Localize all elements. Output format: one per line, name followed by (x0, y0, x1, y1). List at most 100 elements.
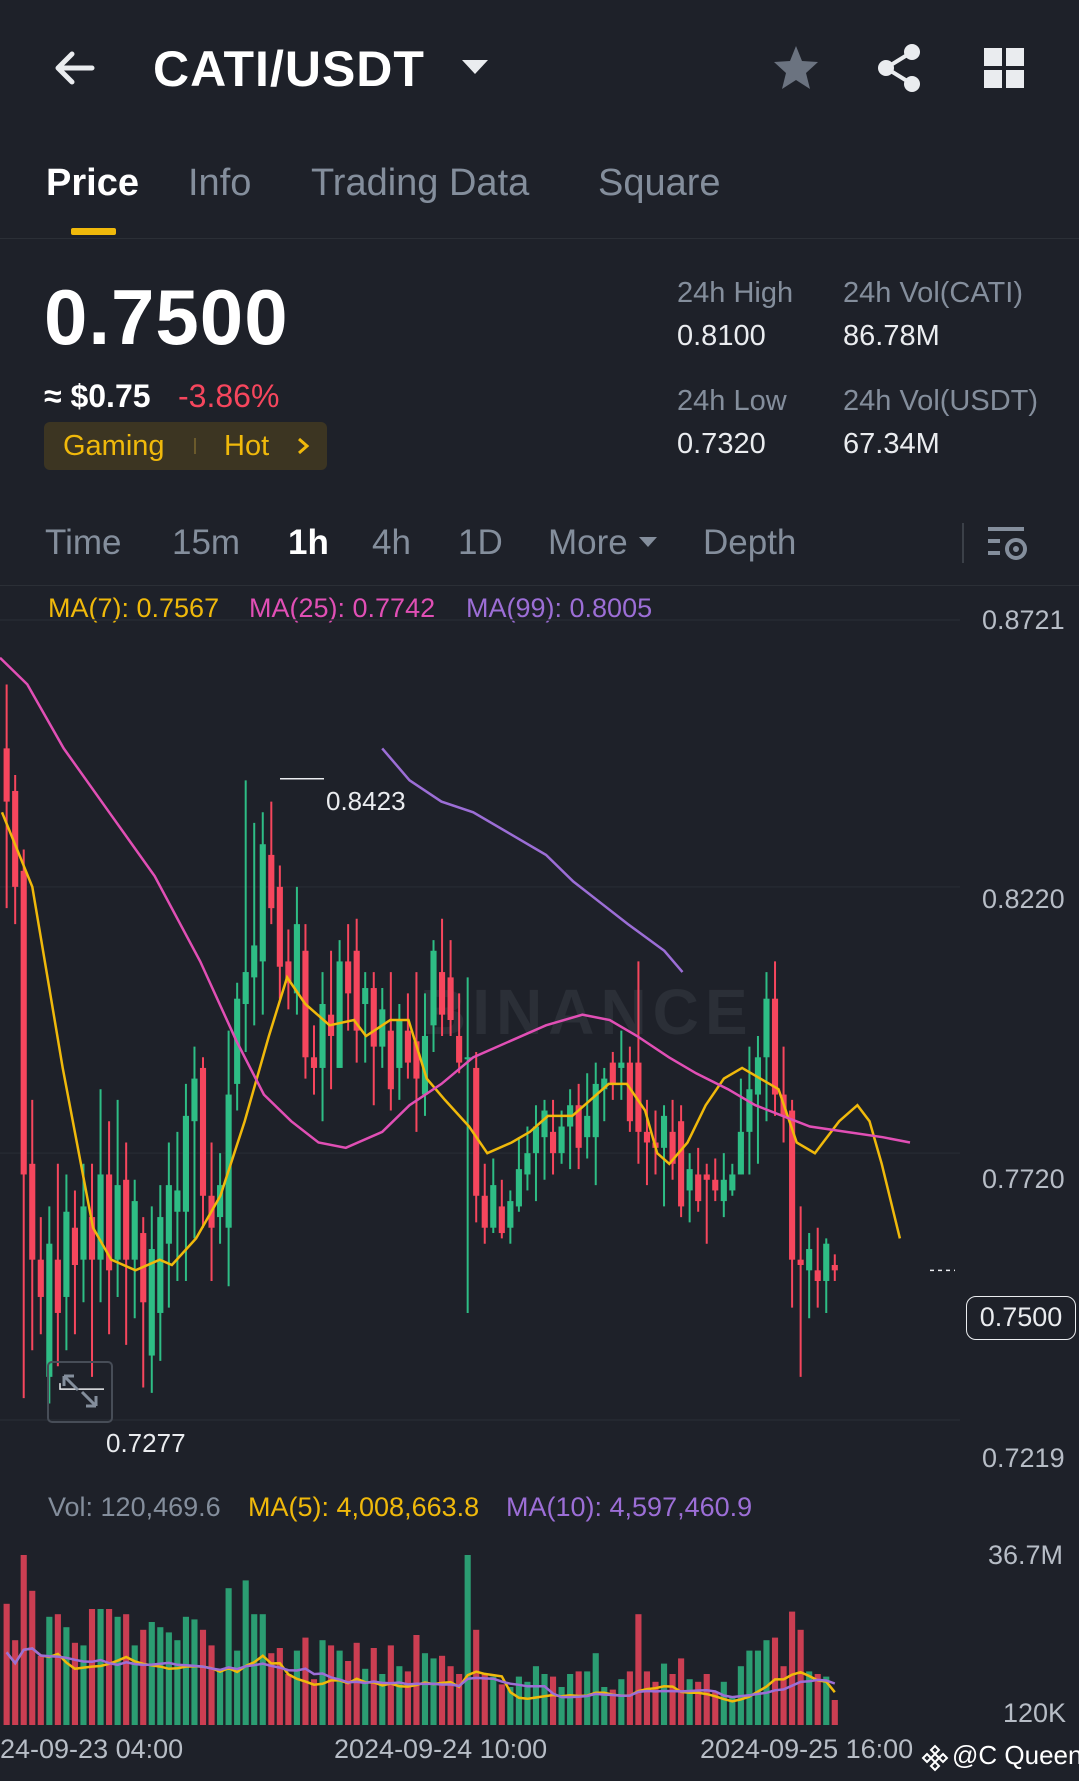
tag-gaming[interactable]: Gaming (63, 430, 165, 463)
candle-body (3, 748, 10, 802)
top-bar: CATI/USDT (0, 0, 1079, 140)
volume-bar (336, 1650, 343, 1725)
candle-body (165, 1185, 172, 1244)
volume-bar (20, 1555, 27, 1725)
price-chart[interactable] (0, 580, 960, 1480)
candle-body (46, 1243, 53, 1377)
candle-body (396, 1020, 403, 1068)
interval-4h[interactable]: 4h (372, 523, 411, 563)
price-axis-tick: 0.8220 (982, 884, 1065, 914)
interval-1h[interactable]: 1h (288, 523, 329, 563)
candle-body (80, 1206, 87, 1260)
back-arrow-icon[interactable] (44, 38, 104, 98)
interval-15m[interactable]: 15m (172, 523, 240, 563)
tab-trading-data[interactable]: Trading Data (311, 162, 529, 205)
candle-body (456, 1035, 463, 1063)
candle-body (490, 1185, 497, 1228)
tag-hot[interactable]: Hot (224, 430, 269, 463)
volume-bar (140, 1629, 147, 1725)
expand-icon[interactable] (46, 1360, 114, 1424)
candle-body (831, 1265, 838, 1271)
main-tabs: Price Info Trading Data Square (0, 150, 1079, 239)
volume-bar (293, 1650, 300, 1725)
candle-body (584, 1115, 591, 1138)
volume-bar (3, 1603, 10, 1725)
candle-body (515, 1169, 522, 1207)
interval-time[interactable]: Time (45, 523, 121, 563)
candle-body (549, 1131, 557, 1154)
fiat-price: ≈ $0.75 (44, 378, 151, 414)
candle-body (71, 1227, 79, 1266)
volume-bar (131, 1645, 138, 1725)
candle-body (746, 1089, 753, 1132)
price-axis-tick: 0.8721 (982, 605, 1065, 635)
tag-chips[interactable]: Gaming Hot (44, 422, 327, 470)
volume-bar (191, 1619, 198, 1725)
volume-bar (71, 1642, 79, 1725)
candle-body (720, 1179, 727, 1202)
volume-bar (157, 1627, 164, 1725)
star-icon[interactable] (770, 42, 822, 94)
candle-body (353, 950, 360, 1031)
volume-bar (80, 1645, 87, 1725)
candle-body (29, 1163, 36, 1260)
tab-price[interactable]: Price (46, 162, 139, 205)
ma-line-99 (381, 747, 684, 973)
volume-bar (558, 1687, 565, 1725)
volume-bar (754, 1650, 762, 1725)
volume-bar (165, 1632, 172, 1725)
candle-body (191, 1078, 198, 1122)
candle-body (259, 844, 266, 962)
candle-body (814, 1270, 821, 1281)
candle-body (438, 972, 446, 1015)
volume-bar (404, 1671, 411, 1725)
caret-down-icon[interactable] (638, 535, 658, 549)
volume-ma10-legend: MA(10): 4,597,460.9 (506, 1492, 753, 1522)
volume-bar (123, 1614, 130, 1725)
volume-bar (54, 1614, 61, 1725)
candle-body (199, 1067, 207, 1196)
candle-body (609, 1062, 616, 1084)
volume-bar (660, 1663, 668, 1725)
candle-body (268, 854, 275, 909)
volume-bar (328, 1645, 335, 1725)
caret-down-icon[interactable] (460, 56, 490, 78)
volume-bar (695, 1681, 702, 1725)
price-axis-tick: 0.7720 (982, 1164, 1065, 1194)
candle-body (447, 977, 454, 1020)
vol-base-label: 24h Vol(CATI) (843, 277, 1023, 309)
volume-bar (259, 1614, 266, 1725)
candle-body (712, 1179, 719, 1191)
volume-bar (456, 1674, 463, 1725)
high-value: 0.8100 (677, 320, 766, 352)
candle-body (703, 1174, 710, 1180)
vol-quote-label: 24h Vol(USDT) (843, 385, 1039, 417)
volume-bar (720, 1681, 727, 1725)
candle-body (823, 1243, 830, 1281)
volume-bar (575, 1671, 582, 1725)
candle-body (498, 1206, 505, 1234)
candle-body (695, 1174, 702, 1202)
tab-square[interactable]: Square (598, 162, 721, 205)
interval-1d[interactable]: 1D (458, 523, 503, 563)
candle-body (678, 1121, 685, 1207)
candle-body (387, 1030, 394, 1090)
share-icon[interactable] (874, 42, 924, 94)
volume-bar (567, 1674, 574, 1725)
tab-info[interactable]: Info (188, 162, 251, 205)
volume-bar (490, 1676, 497, 1725)
binance-logo-icon (921, 1744, 949, 1772)
divider (962, 523, 964, 563)
interval-more[interactable]: More (548, 523, 628, 563)
volume-bar (362, 1668, 369, 1725)
candle-body (114, 1185, 121, 1260)
volume-bar (413, 1635, 420, 1725)
interval-depth[interactable]: Depth (703, 523, 796, 563)
pair-title[interactable]: CATI/USDT (153, 40, 425, 98)
chart-settings-icon[interactable] (986, 523, 1030, 563)
candle-body (370, 988, 377, 1047)
grid-icon[interactable] (982, 46, 1026, 90)
candle-body (157, 1217, 164, 1313)
candle-body (362, 988, 369, 1005)
active-tab-indicator (71, 228, 116, 235)
